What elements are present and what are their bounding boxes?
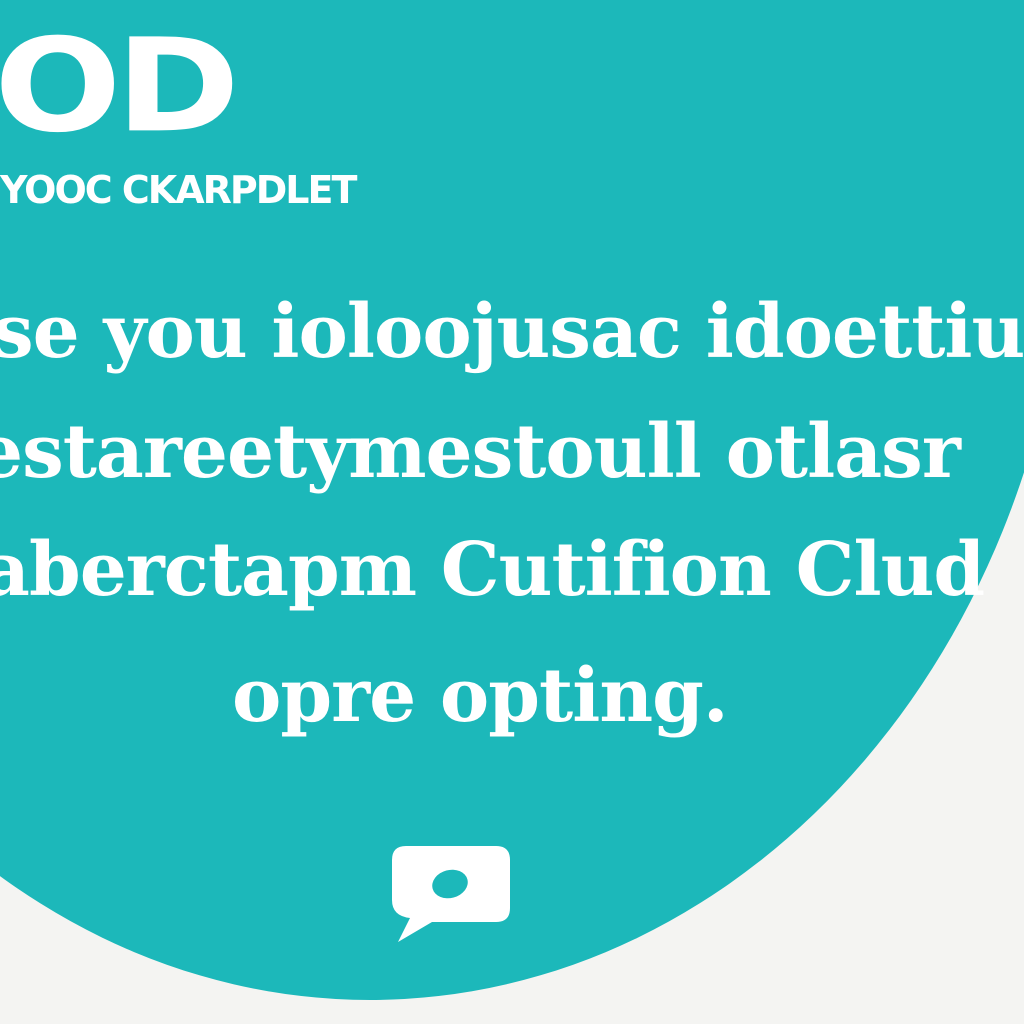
body-text-line-3: aberctapm Cutifion Clud: [0, 527, 985, 613]
speech-bubble-icon: [392, 846, 510, 942]
brand-logo: OD: [0, 11, 240, 162]
tagline: YOOC CKARPDLET: [0, 168, 357, 212]
poster-canvas: OD YOOC CKARPDLET se you ioloojusac idoe…: [0, 0, 1024, 1024]
body-text-line-2: estareetymestoull otlasr: [0, 409, 961, 495]
body-text-line-4: opre opting.: [232, 653, 729, 739]
body-text-line-1: se you ioloojusac idoettius: [0, 289, 1024, 375]
